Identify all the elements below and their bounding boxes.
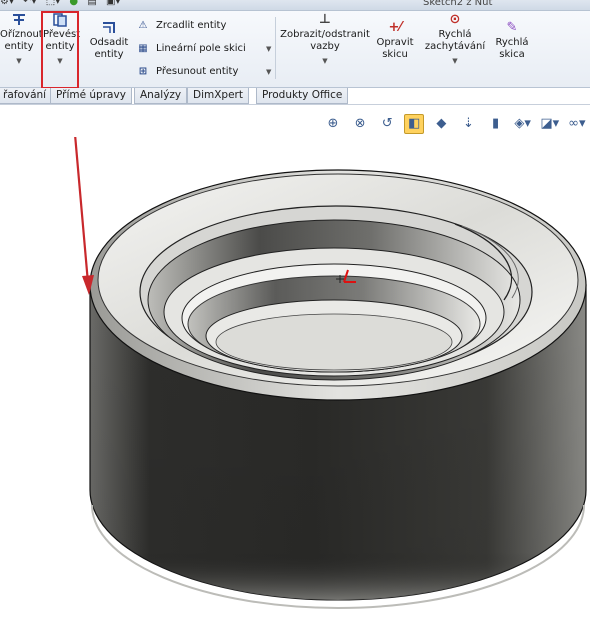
chevron-down-icon[interactable]: ▼: [280, 55, 370, 67]
tab-evaluate[interactable]: Analýzy: [134, 88, 188, 104]
view-orientation-icon[interactable]: ◆: [431, 114, 451, 134]
previous-view-icon[interactable]: ↺: [377, 114, 397, 134]
options-icon[interactable]: ⚙▾: [0, 0, 14, 7]
mirror-icon: ⚠: [138, 20, 148, 31]
zoom-area-icon[interactable]: ⊗: [350, 114, 370, 134]
undo-icon[interactable]: ↶▾: [23, 0, 36, 7]
quick-access-toolbar: ⚙▾ ↶▾ ⬚▾ ● ▤ ▣▾: [0, 0, 126, 7]
offset-icon: [101, 21, 117, 35]
trim-entities-button[interactable]: Oříznout entity ▼: [0, 13, 43, 67]
edit-appearance-icon[interactable]: ◈▾: [513, 114, 533, 134]
display-delete-relations-button[interactable]: ⊥ Zobrazit/odstranit vazby ▼: [280, 13, 370, 67]
hide-show-icon[interactable]: ▮: [486, 114, 506, 134]
section-view-icon[interactable]: ◧: [404, 114, 425, 134]
zoom-to-fit-icon[interactable]: ⊕: [323, 114, 343, 134]
repair-sketch-icon: +⁄: [388, 20, 402, 35]
ring-part-model: [70, 99, 587, 609]
select-icon[interactable]: ⬚▾: [46, 0, 60, 7]
display-style-icon[interactable]: ⇣: [458, 114, 478, 134]
linear-pattern-button[interactable]: ▦ Lineární pole skici ▼: [136, 43, 271, 54]
command-manager-tabs: řafování Přímé úpravy Analýzy DimXpert P…: [0, 88, 590, 105]
ribbon-separator: [275, 17, 276, 79]
heads-up-view-toolbar: ⊕ ⊗ ↺ ◧ ◆ ⇣ ▮ ◈▾ ◪▾ ∞▾: [323, 112, 589, 134]
chevron-down-icon[interactable]: ▼: [0, 55, 38, 67]
offset-entities-button[interactable]: Odsadit entity: [89, 21, 129, 61]
rapid-sketch-icon: ✎: [506, 20, 518, 35]
graphics-area[interactable]: [0, 99, 590, 633]
move-icon: ⊞: [138, 66, 148, 77]
sketch-name: Sketch2 z Nut: [423, 0, 493, 8]
trim-icon: [11, 13, 27, 27]
tab-office-products[interactable]: Produkty Office: [256, 88, 349, 104]
view-settings-icon[interactable]: ∞▾: [567, 114, 587, 134]
chevron-down-icon[interactable]: ▼: [266, 68, 271, 76]
rebuild-icon[interactable]: ●: [69, 0, 78, 7]
title-strip: ⚙▾ ↶▾ ⬚▾ ● ▤ ▣▾ Sketch2 z Nut: [0, 0, 590, 11]
file-properties-icon[interactable]: ▤: [87, 0, 96, 7]
repair-sketch-button[interactable]: +⁄ Opravit skicu: [374, 21, 416, 61]
move-entities-button[interactable]: ⊞ Přesunout entity ▼: [136, 66, 272, 77]
tab-sketch[interactable]: řafování: [0, 88, 53, 104]
quick-snaps-button[interactable]: ⊙ Rychlá zachytávání ▼: [422, 13, 488, 67]
highlight-box: [41, 11, 79, 89]
chevron-down-icon[interactable]: ▼: [422, 55, 488, 67]
command-manager-ribbon: Oříznout entity ▼ Převést entity ▼ Odsad…: [0, 11, 590, 88]
quick-snaps-icon: ⊙: [449, 12, 461, 27]
tab-direct-editing[interactable]: Přímé úpravy: [50, 88, 132, 104]
linear-pattern-icon: ▦: [138, 43, 148, 54]
rapid-sketch-button[interactable]: ✎ Rychlá skica: [492, 21, 532, 61]
tab-dimxpert[interactable]: DimXpert: [187, 88, 249, 104]
mirror-entities-button[interactable]: ⚠ Zrcadlit entity: [136, 20, 227, 31]
relations-icon: ⊥: [319, 12, 331, 27]
options-dropdown-icon[interactable]: ▣▾: [106, 0, 120, 7]
chevron-down-icon[interactable]: ▼: [266, 45, 271, 53]
annotation-arrow: [70, 99, 94, 295]
apply-scene-icon[interactable]: ◪▾: [540, 114, 560, 134]
